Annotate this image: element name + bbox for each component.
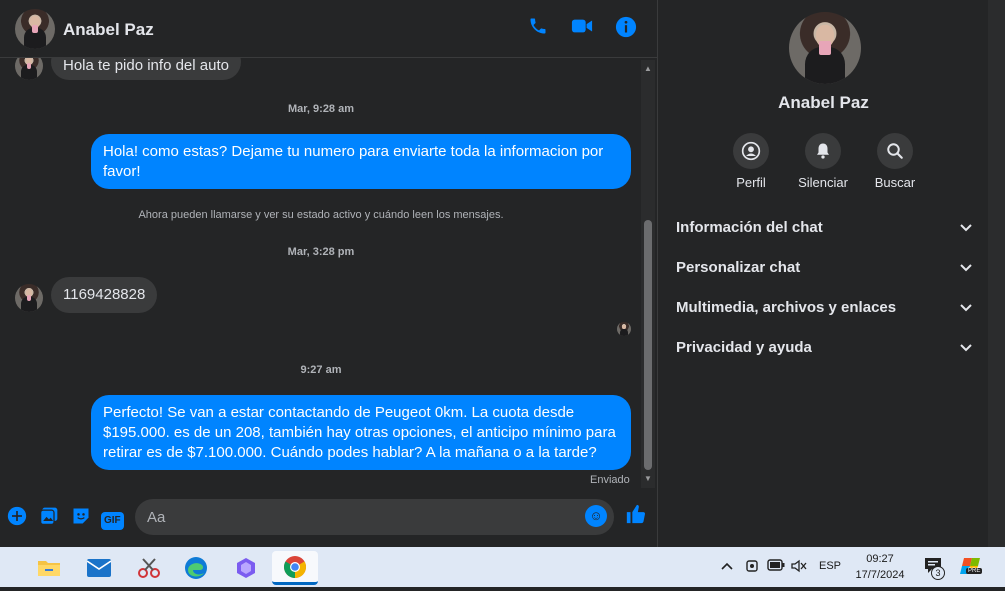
- message-outgoing[interactable]: Perfecto! Se van a estar contactando de …: [91, 395, 631, 470]
- timestamp: Mar, 3:28 pm: [287, 246, 355, 258]
- clock-date: 17/7/2024: [855, 569, 905, 581]
- section-media-files-links[interactable]: Multimedia, archivos y enlaces: [676, 293, 976, 323]
- section-label: Personalizar chat: [676, 259, 801, 276]
- scroll-thumb[interactable]: [644, 220, 652, 470]
- system-notice: Ahora pueden llamarse y ver su estado ac…: [138, 209, 504, 221]
- section-label: Multimedia, archivos y enlaces: [676, 299, 897, 316]
- section-privacy-help[interactable]: Privacidad y ayuda: [676, 333, 976, 363]
- sticker-icon[interactable]: [70, 506, 92, 528]
- action-profile[interactable]: Perfil: [716, 133, 786, 190]
- video-icon[interactable]: [571, 16, 593, 40]
- message-list: Hola te pido info del auto Mar, 9:28 am …: [0, 58, 642, 488]
- photo-icon[interactable]: [38, 506, 60, 528]
- snipping-tool-icon[interactable]: [129, 551, 169, 585]
- action-label: Perfil: [736, 175, 766, 190]
- notifications-icon[interactable]: 3: [923, 556, 945, 580]
- volume-muted-icon[interactable]: [791, 559, 807, 576]
- chat-info-sidebar: Anabel Paz Perfil Silenciar Buscar Infor…: [657, 0, 988, 547]
- chevron-down-icon[interactable]: [956, 297, 976, 317]
- info-icon[interactable]: [615, 16, 637, 40]
- contact-avatar[interactable]: [15, 9, 55, 49]
- contact-name[interactable]: Anabel Paz: [63, 20, 154, 40]
- sidebar-scrollbar[interactable]: [988, 0, 1005, 547]
- mail-icon[interactable]: [79, 551, 119, 585]
- taskbar: ESP 09:27 17/7/2024 3 PRE: [0, 547, 1005, 587]
- phone-icon[interactable]: [527, 16, 549, 40]
- message-incoming[interactable]: 1169428828: [51, 277, 158, 313]
- file-explorer-icon[interactable]: [29, 551, 69, 585]
- chevron-down-icon[interactable]: [956, 217, 976, 237]
- timestamp: Mar, 9:28 am: [287, 103, 355, 115]
- timestamp: 9:27 am: [300, 364, 342, 376]
- edge-icon[interactable]: [176, 551, 216, 585]
- profile-icon[interactable]: [733, 133, 769, 169]
- section-chat-info[interactable]: Información del chat: [676, 213, 976, 243]
- action-search[interactable]: Buscar: [860, 133, 930, 190]
- contact-avatar-small: [15, 284, 43, 312]
- profile-avatar-large[interactable]: [789, 12, 861, 84]
- seen-indicator-avatar: [617, 322, 631, 336]
- composer: GIF ☺: [0, 488, 657, 547]
- chevron-down-icon[interactable]: [956, 257, 976, 277]
- section-label: Privacidad y ayuda: [676, 339, 812, 356]
- language-indicator[interactable]: ESP: [819, 560, 841, 572]
- contact-avatar-small: [15, 58, 43, 80]
- action-label: Silenciar: [798, 175, 848, 190]
- copilot-pre-badge: PRE: [966, 568, 983, 574]
- bell-icon[interactable]: [805, 133, 841, 169]
- messenger-window: Anabel Paz Hola te pido info del auto Ma…: [0, 0, 1005, 547]
- widgets-icon[interactable]: [0, 551, 6, 585]
- clock[interactable]: 09:27 17/7/2024: [848, 551, 912, 583]
- emoji-icon[interactable]: ☺: [585, 505, 607, 527]
- profile-name: Anabel Paz: [778, 93, 869, 112]
- action-label: Buscar: [874, 175, 916, 190]
- copilot-tray-icon[interactable]: PRE: [960, 556, 983, 579]
- chevron-down-icon[interactable]: [956, 337, 976, 357]
- delivery-status: Enviado: [590, 474, 630, 486]
- tray-chevron-up-icon[interactable]: [721, 559, 733, 574]
- action-mute[interactable]: Silenciar: [788, 133, 858, 190]
- message-input[interactable]: [135, 499, 614, 535]
- section-customize-chat[interactable]: Personalizar chat: [676, 253, 976, 283]
- notification-count-badge: 3: [931, 566, 945, 580]
- search-icon[interactable]: [877, 133, 913, 169]
- section-label: Información del chat: [676, 219, 823, 236]
- message-scrollbar[interactable]: ▲ ▼: [641, 60, 655, 488]
- chat-header: Anabel Paz: [0, 0, 657, 58]
- chrome-icon[interactable]: [272, 551, 318, 585]
- copilot-app-icon[interactable]: [226, 551, 266, 585]
- thumbs-up-icon[interactable]: [624, 503, 648, 529]
- gif-label: GIF: [101, 512, 124, 530]
- battery-icon[interactable]: [767, 559, 785, 574]
- scroll-down-arrow-icon[interactable]: ▼: [641, 472, 655, 486]
- gif-icon[interactable]: GIF: [101, 506, 124, 530]
- camera-icon[interactable]: [745, 559, 759, 576]
- chat-panel: Anabel Paz Hola te pido info del auto Ma…: [0, 0, 657, 547]
- message-outgoing[interactable]: Hola! como estas? Dejame tu numero para …: [91, 134, 631, 189]
- scroll-up-arrow-icon[interactable]: ▲: [641, 62, 655, 76]
- clock-time: 09:27: [866, 553, 894, 565]
- message-incoming[interactable]: Hola te pido info del auto: [51, 58, 241, 80]
- plus-icon[interactable]: [6, 506, 28, 528]
